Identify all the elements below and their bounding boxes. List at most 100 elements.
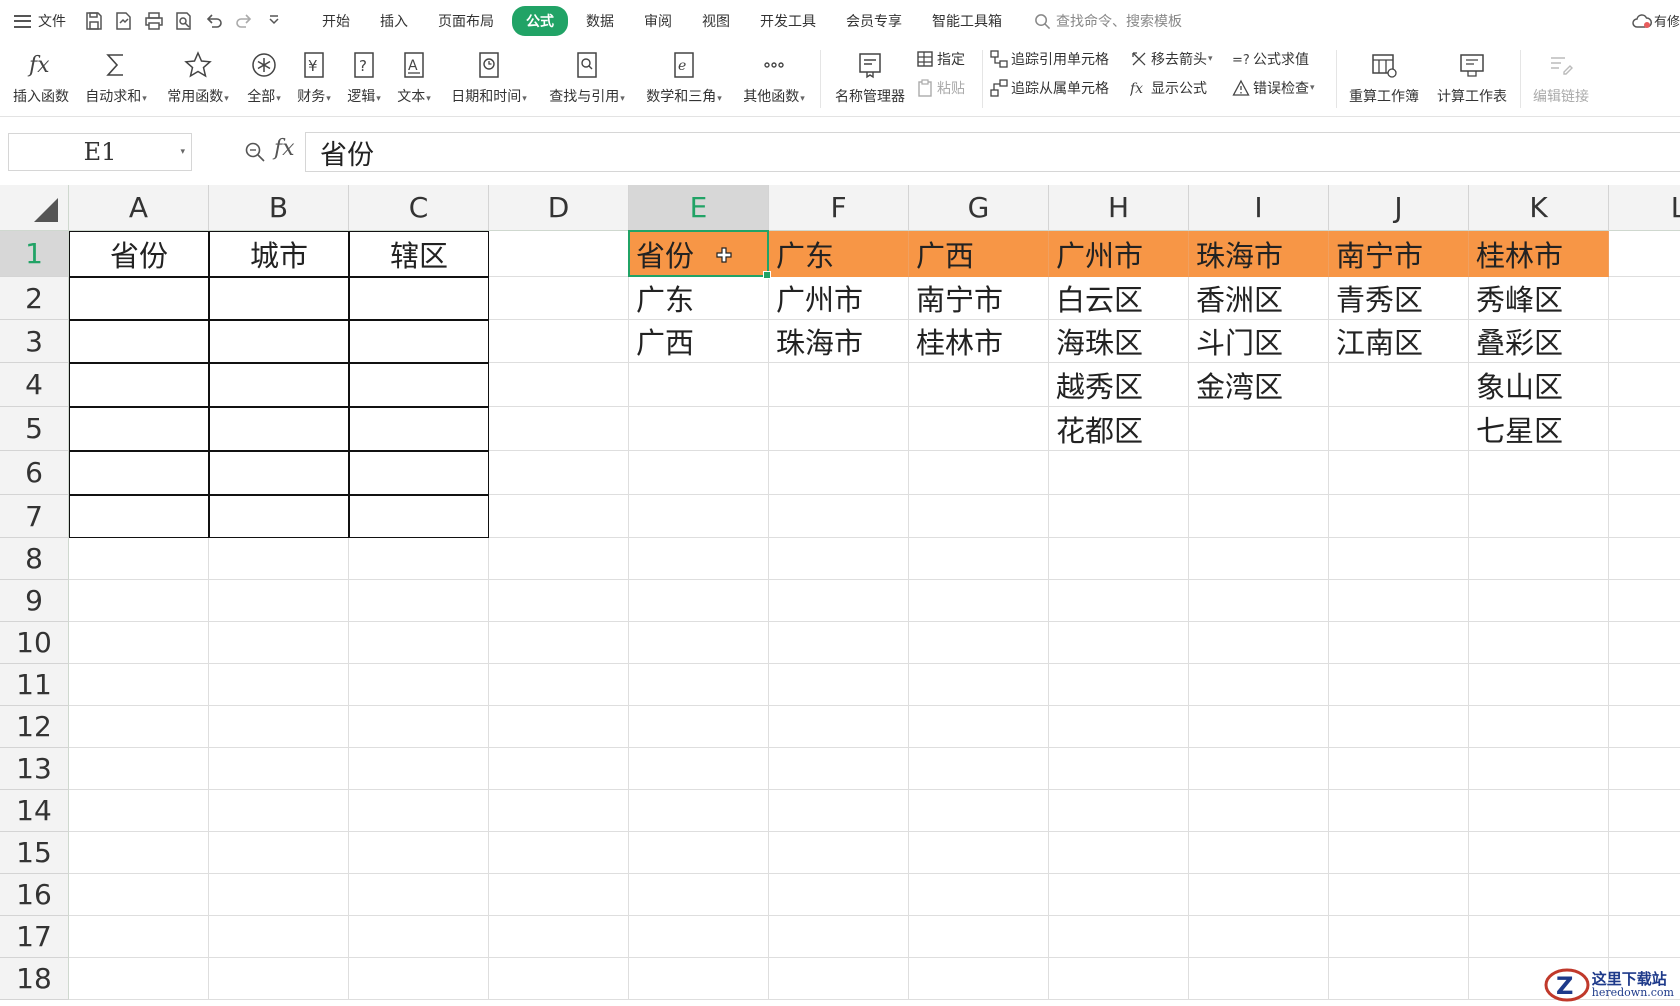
tab-insert[interactable]: 插入 (368, 7, 420, 35)
cell-g17[interactable] (909, 916, 1049, 958)
cell-j1[interactable]: 南宁市 (1329, 231, 1469, 277)
row-header-5[interactable]: 5 (0, 407, 69, 451)
cell-k1[interactable]: 桂林市 (1469, 231, 1609, 277)
cell-g1[interactable]: 广西 (909, 231, 1049, 277)
undo-icon[interactable] (204, 11, 224, 31)
cell-i7[interactable] (1189, 495, 1329, 538)
cell-c1[interactable]: 辖区 (349, 231, 489, 277)
cell-l13[interactable] (1609, 748, 1680, 790)
cell-b9[interactable] (209, 580, 349, 622)
cell-b4[interactable] (209, 363, 349, 407)
cell-g9[interactable] (909, 580, 1049, 622)
cell-a3[interactable] (69, 320, 209, 363)
tab-review[interactable]: 审阅 (632, 7, 684, 35)
cell-a9[interactable] (69, 580, 209, 622)
cell-e5[interactable] (629, 407, 769, 451)
cell-h14[interactable] (1049, 790, 1189, 832)
cell-d8[interactable] (489, 538, 629, 580)
cell-k16[interactable] (1469, 874, 1609, 916)
cell-f13[interactable] (769, 748, 909, 790)
cell-h6[interactable] (1049, 451, 1189, 495)
cell-d1[interactable] (489, 231, 629, 277)
cell-g3[interactable]: 桂林市 (909, 320, 1049, 363)
tab-member[interactable]: 会员专享 (834, 7, 914, 35)
cell-k7[interactable] (1469, 495, 1609, 538)
cell-d9[interactable] (489, 580, 629, 622)
cell-h2[interactable]: 白云区 (1049, 277, 1189, 320)
cell-k8[interactable] (1469, 538, 1609, 580)
cell-k3[interactable]: 叠彩区 (1469, 320, 1609, 363)
cell-e13[interactable] (629, 748, 769, 790)
save-icon[interactable] (84, 11, 104, 31)
remove-arrows-button[interactable]: 移去箭头 ▾ (1130, 48, 1213, 70)
cell-d18[interactable] (489, 958, 629, 1000)
cell-i10[interactable] (1189, 622, 1329, 664)
cell-d5[interactable] (489, 407, 629, 451)
export-icon[interactable] (114, 11, 134, 31)
cell-d10[interactable] (489, 622, 629, 664)
cell-g12[interactable] (909, 706, 1049, 748)
common-functions-button[interactable]: 常用函数▾ (162, 46, 234, 112)
cell-a13[interactable] (69, 748, 209, 790)
row-header-7[interactable]: 7 (0, 495, 69, 538)
cell-k10[interactable] (1469, 622, 1609, 664)
column-header-l[interactable]: L (1609, 185, 1680, 231)
all-functions-button[interactable]: 全部▾ (242, 46, 286, 112)
column-header-e[interactable]: E (629, 185, 769, 231)
cell-e2[interactable]: 广东 (629, 277, 769, 320)
cell-h17[interactable] (1049, 916, 1189, 958)
print-preview-icon[interactable] (174, 11, 194, 31)
cell-d4[interactable] (489, 363, 629, 407)
specify-button[interactable]: 指定 (916, 48, 965, 70)
cell-h16[interactable] (1049, 874, 1189, 916)
cell-h13[interactable] (1049, 748, 1189, 790)
cell-d16[interactable] (489, 874, 629, 916)
cell-e4[interactable] (629, 363, 769, 407)
cell-j15[interactable] (1329, 832, 1469, 874)
column-header-k[interactable]: K (1469, 185, 1609, 231)
cell-l11[interactable] (1609, 664, 1680, 706)
cell-c4[interactable] (349, 363, 489, 407)
cell-a1[interactable]: 省份 (69, 231, 209, 277)
cell-a4[interactable] (69, 363, 209, 407)
cell-d2[interactable] (489, 277, 629, 320)
cell-f7[interactable] (769, 495, 909, 538)
cell-l8[interactable] (1609, 538, 1680, 580)
cell-g10[interactable] (909, 622, 1049, 664)
cell-g8[interactable] (909, 538, 1049, 580)
row-header-11[interactable]: 11 (0, 664, 69, 706)
cell-l17[interactable] (1609, 916, 1680, 958)
cell-j16[interactable] (1329, 874, 1469, 916)
tab-home[interactable]: 开始 (310, 7, 362, 35)
cell-f5[interactable] (769, 407, 909, 451)
cloud-status[interactable]: 有修 (1632, 11, 1680, 30)
cell-f14[interactable] (769, 790, 909, 832)
cell-j14[interactable] (1329, 790, 1469, 832)
zoom-search-icon[interactable] (244, 141, 266, 163)
cell-b3[interactable] (209, 320, 349, 363)
cell-e10[interactable] (629, 622, 769, 664)
column-header-a[interactable]: A (69, 185, 209, 231)
cell-i14[interactable] (1189, 790, 1329, 832)
tab-page-layout[interactable]: 页面布局 (426, 7, 506, 35)
cell-f15[interactable] (769, 832, 909, 874)
column-header-b[interactable]: B (209, 185, 349, 231)
recalc-workbook-button[interactable]: 重算工作簿 (1344, 46, 1424, 112)
cell-e11[interactable] (629, 664, 769, 706)
cell-i17[interactable] (1189, 916, 1329, 958)
show-formulas-button[interactable]: fx 显示公式 (1130, 77, 1207, 99)
cell-b15[interactable] (209, 832, 349, 874)
chevron-down-icon[interactable]: ▾ (180, 147, 185, 157)
cell-i13[interactable] (1189, 748, 1329, 790)
cell-b12[interactable] (209, 706, 349, 748)
file-menu[interactable]: 文件 (14, 11, 66, 31)
cell-d7[interactable] (489, 495, 629, 538)
cell-l16[interactable] (1609, 874, 1680, 916)
cell-j2[interactable]: 青秀区 (1329, 277, 1469, 320)
cell-k14[interactable] (1469, 790, 1609, 832)
cell-c7[interactable] (349, 495, 489, 538)
math-button[interactable]: e 数学和三角▾ (640, 46, 728, 112)
cell-h10[interactable] (1049, 622, 1189, 664)
cell-j10[interactable] (1329, 622, 1469, 664)
row-header-17[interactable]: 17 (0, 916, 69, 958)
